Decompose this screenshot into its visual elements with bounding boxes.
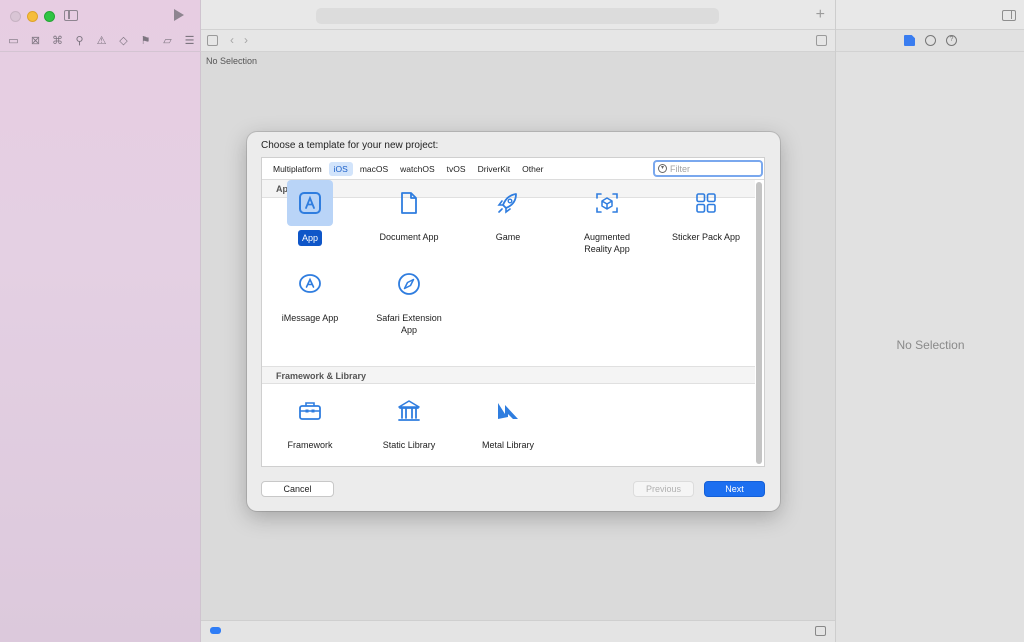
filter-field[interactable]: ▾ Filter [653, 160, 763, 177]
template-framework[interactable]: Framework [262, 388, 358, 452]
window-controls [10, 11, 55, 22]
template-safari-label-line1: Safari Extension [376, 313, 442, 323]
jump-bar: ‹ › [201, 30, 835, 52]
template-panel: Multiplatform iOS macOS watchOS tvOS Dri… [261, 157, 765, 467]
debug-bar [201, 620, 835, 642]
add-icon[interactable]: + [816, 6, 825, 24]
filter-icon: ▾ [658, 164, 667, 173]
chevron-right-icon[interactable]: › [244, 33, 248, 47]
template-game[interactable]: Game [460, 180, 556, 244]
template-app-label: App [297, 230, 322, 246]
chevron-left-icon[interactable]: ‹ [230, 33, 234, 47]
toolbox-icon [287, 388, 333, 434]
editor-no-selection: No Selection [206, 56, 258, 66]
template-imessage-app[interactable]: iMessage App [262, 261, 358, 325]
sheet-title: Choose a template for your new project: [261, 140, 439, 151]
tab-macos[interactable]: macOS [355, 162, 393, 176]
filter-placeholder: Filter [670, 163, 690, 174]
tab-watchos[interactable]: watchOS [395, 162, 440, 176]
navigator-divider [0, 51, 201, 52]
folder-icon[interactable]: ▭ [6, 33, 21, 48]
rocket-icon [485, 180, 531, 226]
template-ar-app-label: Augmented Reality App [581, 230, 633, 256]
template-augmented-reality-app[interactable]: Augmented Reality App [559, 180, 655, 256]
inspector-tabs: ? [836, 30, 1024, 52]
inspector-no-selection: No Selection [896, 338, 965, 352]
compass-icon [386, 261, 432, 307]
file-inspector-icon[interactable] [904, 35, 915, 46]
warning-icon[interactable]: ⚠ [94, 33, 109, 48]
template-safari-label: Safari Extension App [373, 311, 445, 337]
template-static-library-label: Static Library [382, 440, 436, 450]
template-app[interactable]: App [262, 180, 358, 246]
inspector-toggle-icon[interactable] [1002, 10, 1016, 21]
run-icon[interactable] [174, 9, 184, 21]
cancel-button[interactable]: Cancel [261, 481, 334, 497]
template-safari-extension-app[interactable]: Safari Extension App [361, 261, 457, 337]
add-editor-icon[interactable] [816, 35, 827, 46]
template-ar-app-label-line2: Reality App [584, 244, 630, 254]
template-metal-library-label: Metal Library [481, 440, 535, 450]
debug-area-toggle-icon[interactable] [815, 626, 826, 636]
inspector-titlebar [836, 0, 1024, 30]
template-chooser-sheet: Choose a template for your new project: … [247, 132, 780, 511]
filter-toggle-icon[interactable] [210, 627, 221, 634]
help-inspector-icon[interactable]: ? [946, 35, 957, 46]
debug-icon[interactable]: ⚑ [138, 33, 153, 48]
minimize-window-button[interactable] [27, 11, 38, 22]
source-control-icon[interactable]: ⊠ [28, 33, 43, 48]
ar-cube-icon [584, 180, 630, 226]
activity-viewer [316, 8, 719, 24]
template-safari-label-line2: App [400, 325, 417, 335]
template-imessage-label: iMessage App [281, 313, 339, 323]
template-game-label: Game [495, 232, 521, 242]
previous-button[interactable]: Previous [633, 481, 694, 497]
document-icon [386, 180, 432, 226]
tab-tvos[interactable]: tvOS [442, 162, 471, 176]
template-sticker-pack-label: Sticker Pack App [671, 232, 741, 242]
section-framework-library: Framework & Library [262, 366, 755, 384]
inspector-pane: ? No Selection [835, 0, 1024, 642]
tab-other[interactable]: Other [517, 162, 548, 176]
history-inspector-icon[interactable] [925, 35, 936, 46]
zoom-window-button[interactable] [44, 11, 55, 22]
related-items-icon[interactable] [207, 35, 218, 46]
search-icon[interactable]: ⚲ [72, 33, 87, 48]
metal-icon [485, 388, 531, 434]
imessage-icon [287, 261, 333, 307]
grid-icon [683, 180, 729, 226]
test-icon[interactable]: ◇ [116, 33, 131, 48]
close-window-button[interactable] [10, 11, 21, 22]
template-framework-label: Framework [287, 440, 333, 450]
tab-ios[interactable]: iOS [328, 161, 353, 176]
template-static-library[interactable]: Static Library [361, 388, 457, 452]
report-icon[interactable]: ☰ [182, 33, 197, 48]
tab-driverkit[interactable]: DriverKit [473, 162, 516, 176]
tab-multiplatform[interactable]: Multiplatform [268, 162, 327, 176]
template-sticker-pack-app[interactable]: Sticker Pack App [658, 180, 754, 244]
app-store-icon [287, 180, 333, 226]
template-ar-app-label-line1: Augmented [583, 232, 631, 242]
sidebar-toggle-icon[interactable] [64, 10, 78, 21]
symbol-navigator-icon[interactable]: ⌘ [50, 33, 65, 48]
navigator-toolbar: ▭ ⊠ ⌘ ⚲ ⚠ ◇ ⚑ ▱ ☰ [6, 33, 197, 48]
next-button[interactable]: Next [704, 481, 765, 497]
breakpoint-icon[interactable]: ▱ [160, 33, 175, 48]
template-metal-library[interactable]: Metal Library [460, 388, 556, 452]
editor-titlebar: + [201, 0, 835, 30]
project-navigator: ▭ ⊠ ⌘ ⚲ ⚠ ◇ ⚑ ▱ ☰ [0, 0, 201, 642]
template-document-app-label: Document App [379, 232, 439, 242]
template-document-app[interactable]: Document App [361, 180, 457, 244]
template-scrollbar[interactable] [756, 182, 762, 464]
building-columns-icon [386, 388, 432, 434]
